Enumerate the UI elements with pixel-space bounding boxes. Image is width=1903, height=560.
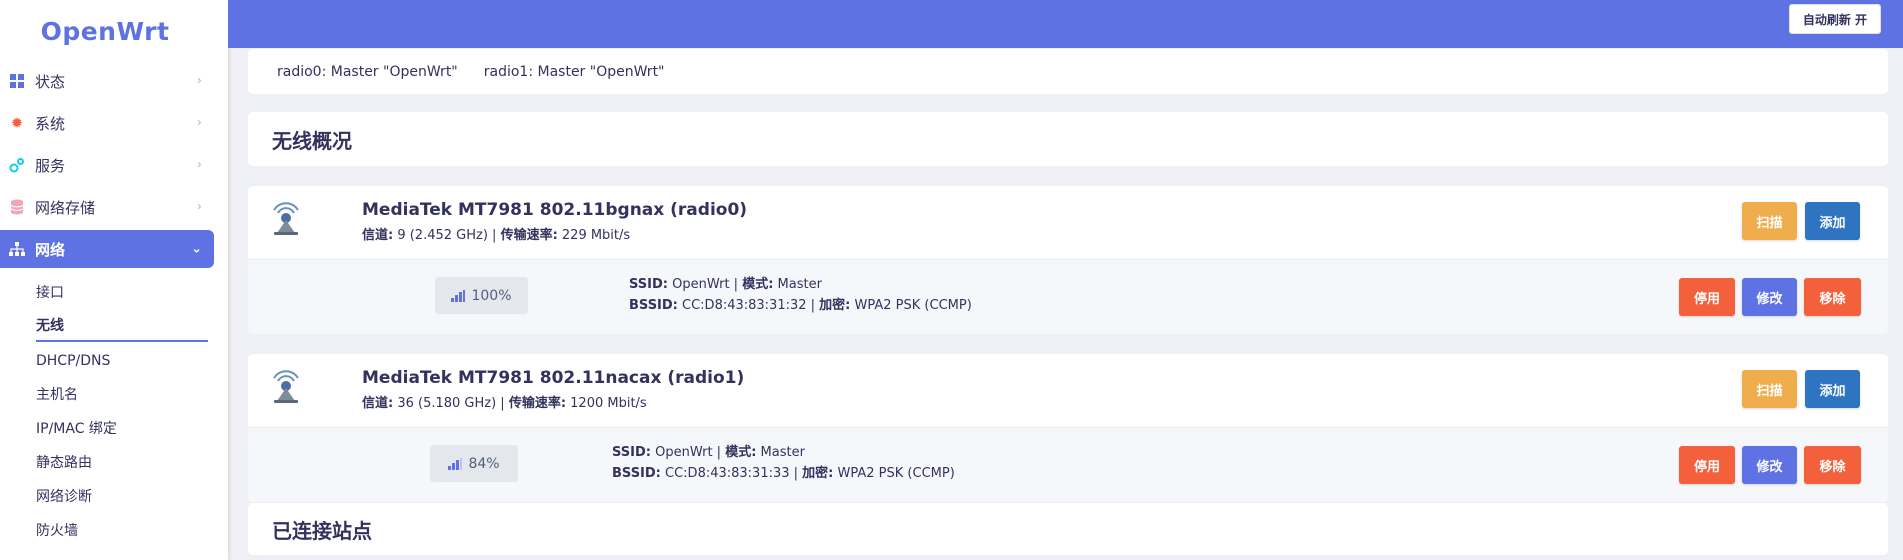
bssid-label: BSSID: [629, 298, 678, 313]
mode-value: Master [756, 445, 805, 460]
encryption-label: 加密: [819, 298, 851, 313]
radio-tabs: radio0: Master "OpenWrt" radio1: Master … [248, 49, 1888, 94]
sidebar-item-status[interactable]: 状态 › [0, 62, 214, 100]
tab-radio0[interactable]: radio0: Master "OpenWrt" [277, 64, 458, 80]
subitem-static-routes[interactable]: 静态路由 [36, 446, 208, 480]
bssid-label: BSSID: [612, 466, 661, 481]
chevron-right-icon: › [196, 157, 202, 173]
disable-button[interactable]: 停用 [1679, 446, 1735, 484]
channel-value: 9 (2.452 GHz) | [393, 228, 501, 243]
subitem-firewall[interactable]: 防火墙 [36, 514, 208, 548]
chevron-right-icon: › [196, 199, 202, 215]
signal-value: 100% [471, 287, 512, 304]
remove-button[interactable]: 移除 [1804, 278, 1861, 316]
sidebar-item-label: 网络存储 [35, 198, 96, 217]
radio-header: MediaTek MT7981 802.11bgnax (radio0) 信道:… [248, 186, 1888, 260]
wifi-radio-icon [273, 202, 299, 235]
network-row: 84% SSID: OpenWrt | 模式: Master BSSID: CC… [248, 428, 1888, 502]
encryption-value: WPA2 PSK (CCMP) [850, 298, 972, 313]
sidebar-item-network[interactable]: 网络 ⌄ [0, 230, 214, 268]
channel-value: 36 (5.180 GHz) | [393, 396, 509, 411]
rate-label: 传输速率: [500, 228, 558, 243]
stations-title: 已连接站点 [248, 503, 1888, 555]
sidebar-item-label: 系统 [35, 114, 66, 133]
channel-label: 信道: [362, 228, 394, 243]
radio-name: MediaTek MT7981 802.11nacax (radio1) [362, 368, 745, 388]
network-submenu: 接口 无线 DHCP/DNS 主机名 IP/MAC 绑定 静态路由 网络诊断 防… [0, 272, 228, 548]
sidebar-item-label: 网络 [35, 240, 66, 259]
sidebar-item-system[interactable]: ✹ 系统 › [0, 104, 214, 142]
edit-button[interactable]: 修改 [1742, 278, 1797, 316]
signal-value: 84% [468, 455, 500, 472]
radio-info: 信道: 36 (5.180 GHz) | 传输速率: 1200 Mbit/s [362, 392, 647, 411]
mode-label: 模式: [742, 277, 774, 292]
openwrt-logo[interactable]: OpenWrt [0, 0, 228, 62]
network-info: SSID: OpenWrt | 模式: Master BSSID: CC:D8:… [629, 274, 972, 316]
signal-bars-icon [448, 457, 463, 470]
network-row: 100% SSID: OpenWrt | 模式: Master BSSID: C… [248, 260, 1888, 334]
signal-bars-icon [451, 289, 466, 302]
chevron-down-icon: ⌄ [191, 241, 202, 257]
scan-button[interactable]: 扫描 [1742, 370, 1797, 408]
sidebar: OpenWrt 状态 › ✹ 系统 › 服务 › 网络存储 › 网络 ⌄ 接口 … [0, 0, 228, 560]
radio-info: 信道: 9 (2.452 GHz) | 传输速率: 229 Mbit/s [362, 224, 630, 243]
wifi-radio-icon [273, 370, 299, 403]
mode-label: 模式: [725, 445, 757, 460]
sitemap-icon [9, 241, 25, 257]
rate-label: 传输速率: [508, 396, 567, 411]
radio-name: MediaTek MT7981 802.11bgnax (radio0) [362, 200, 748, 220]
add-button[interactable]: 添加 [1805, 370, 1860, 408]
rate-value: 1200 Mbit/s [566, 396, 647, 411]
auto-refresh-button[interactable]: 自动刷新 开 [1788, 4, 1881, 34]
ssid-value: OpenWrt | [650, 445, 726, 460]
bssid-value: CC:D8:43:83:31:32 | [677, 298, 820, 313]
subitem-wireless[interactable]: 无线 [36, 310, 208, 342]
signal-badge: 100% [435, 277, 528, 314]
chevron-right-icon: › [196, 115, 202, 131]
radio-header: MediaTek MT7981 802.11nacax (radio1) 信道:… [248, 354, 1888, 428]
network-info: SSID: OpenWrt | 模式: Master BSSID: CC:D8:… [612, 442, 955, 484]
rate-value: 229 Mbit/s [557, 228, 631, 243]
channel-label: 信道: [362, 396, 394, 411]
radio-card-radio0: MediaTek MT7981 802.11bgnax (radio0) 信道:… [248, 186, 1888, 334]
sidebar-item-label: 状态 [35, 72, 66, 91]
sidebar-item-services[interactable]: 服务 › [0, 146, 214, 184]
encryption-label: 加密: [802, 466, 834, 481]
scan-button[interactable]: 扫描 [1742, 202, 1797, 240]
remove-button[interactable]: 移除 [1804, 446, 1861, 484]
mode-value: Master [773, 277, 822, 292]
subitem-diagnostics[interactable]: 网络诊断 [36, 480, 208, 514]
add-button[interactable]: 添加 [1805, 202, 1860, 240]
signal-badge: 84% [430, 445, 518, 482]
overview-title: 无线概况 [248, 112, 1888, 166]
ssid-value: OpenWrt | [667, 277, 743, 292]
edit-button[interactable]: 修改 [1742, 446, 1797, 484]
ssid-label: SSID: [612, 445, 651, 460]
subitem-dhcp-dns[interactable]: DHCP/DNS [36, 344, 208, 378]
encryption-value: WPA2 PSK (CCMP) [833, 466, 955, 481]
subitem-hostnames[interactable]: 主机名 [36, 378, 208, 412]
top-header: 自动刷新 开 [228, 0, 1903, 48]
tab-radio1[interactable]: radio1: Master "OpenWrt" [484, 64, 665, 80]
chevron-right-icon: › [196, 73, 202, 89]
ssid-label: SSID: [629, 277, 668, 292]
sidebar-item-label: 服务 [35, 156, 66, 175]
disable-button[interactable]: 停用 [1679, 278, 1735, 316]
subitem-interfaces[interactable]: 接口 [36, 276, 208, 310]
radio-card-radio1: MediaTek MT7981 802.11nacax (radio1) 信道:… [248, 354, 1888, 502]
sidebar-item-nas[interactable]: 网络存储 › [0, 188, 214, 226]
database-icon [9, 199, 25, 215]
cogs-icon [9, 157, 25, 173]
gear-icon: ✹ [10, 114, 24, 132]
subitem-ip-mac-binding[interactable]: IP/MAC 绑定 [36, 412, 208, 446]
bssid-value: CC:D8:43:83:31:33 | [660, 466, 803, 481]
dashboard-icon [9, 73, 25, 89]
